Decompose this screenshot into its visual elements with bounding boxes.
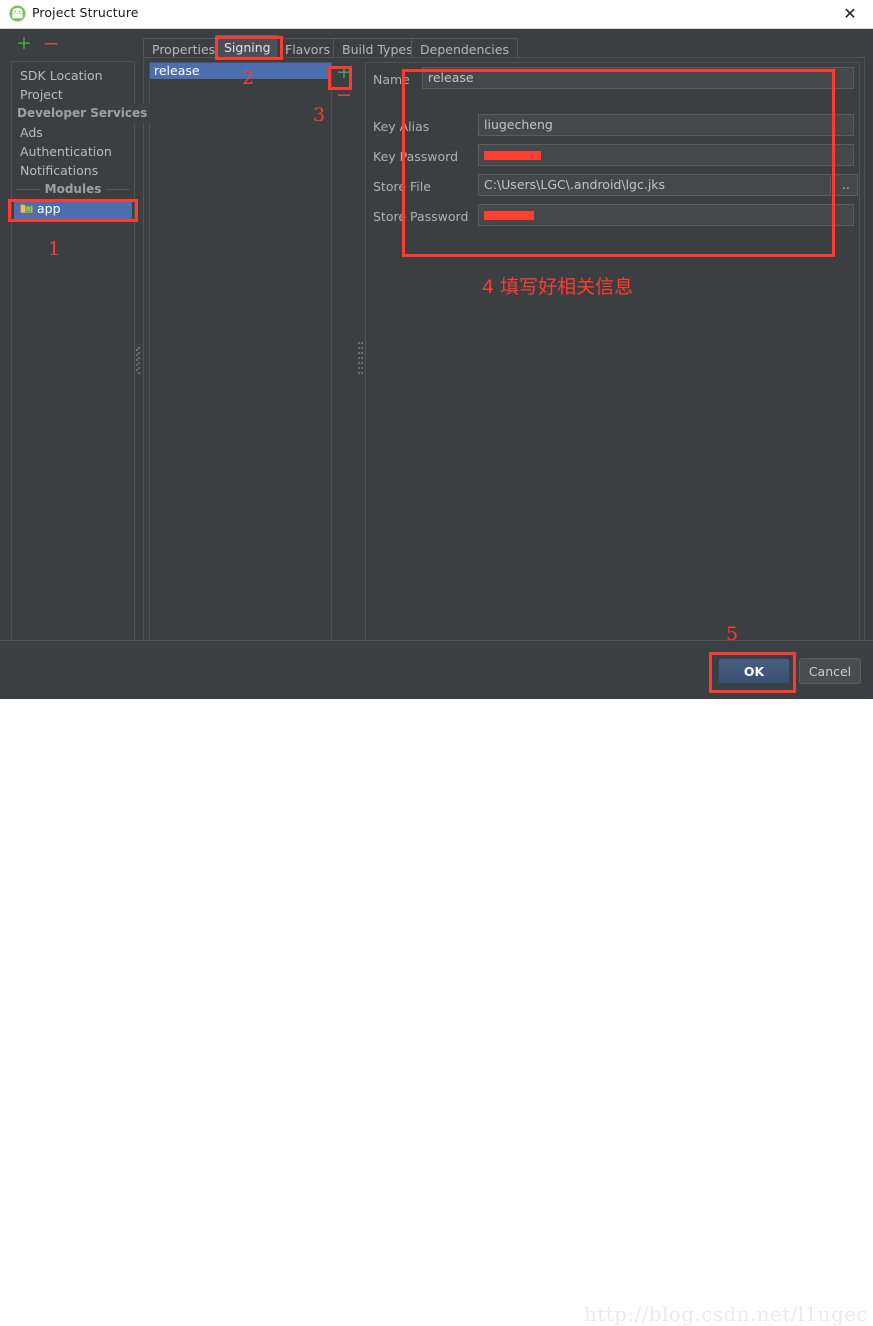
android-robot-icon <box>9 5 26 22</box>
dialog-footer: http://blog.csdn.net/l1ugec OK Cancel <box>0 640 873 1326</box>
sidebar: SDK Location Project Developer Services … <box>11 61 153 661</box>
sidebar-separator-modules: Modules <box>12 180 134 199</box>
sidebar-splitter-handle[interactable] <box>136 347 142 377</box>
module-toolbar: + − <box>0 29 140 59</box>
sidebar-item-label: app <box>37 201 61 216</box>
add-signing-config-button[interactable]: + <box>334 63 354 83</box>
sidebar-item-sdk-location[interactable]: SDK Location <box>12 66 134 85</box>
splitter-dots <box>358 342 363 378</box>
store-password-input[interactable] <box>478 204 854 226</box>
label-store-file: Store File <box>373 179 431 194</box>
label-name: Name <box>373 72 410 87</box>
tab-strip: Properties Signing Flavors Build Types D… <box>143 35 865 59</box>
browse-store-file-button[interactable]: .. <box>834 174 858 196</box>
signing-config-tools: + − <box>334 62 356 114</box>
sidebar-item-app[interactable]: app <box>14 199 132 219</box>
signing-tab-content: release + − Name release Key Alias liuge… <box>143 57 865 661</box>
sidebar-item-notifications[interactable]: Notifications <box>12 161 134 180</box>
remove-signing-config-button[interactable]: − <box>334 86 354 106</box>
tab-signing[interactable]: Signing <box>215 35 280 59</box>
tab-dependencies[interactable]: Dependencies <box>411 38 518 59</box>
add-module-button[interactable]: + <box>14 34 34 54</box>
project-structure-dialog: Project Structure ✕ + − SDK Location Pro… <box>0 0 873 1326</box>
content-splitter-handle[interactable] <box>356 62 363 654</box>
watermark-text: http://blog.csdn.net/l1ugec <box>584 1302 869 1326</box>
separator-label: Modules <box>39 180 107 199</box>
label-key-alias: Key Alias <box>373 119 430 134</box>
key-alias-input[interactable]: liugecheng <box>478 114 854 136</box>
label-store-password: Store Password <box>373 209 469 224</box>
remove-module-button[interactable]: − <box>41 33 61 54</box>
window-title: Project Structure <box>32 5 139 20</box>
sidebar-item-authentication[interactable]: Authentication <box>12 142 134 161</box>
close-icon[interactable]: ✕ <box>839 4 861 24</box>
sidebar-separator-developer-services: Developer Services <box>12 104 153 123</box>
signing-config-list[interactable]: release <box>149 62 332 654</box>
cancel-button[interactable]: Cancel <box>799 658 861 684</box>
name-input[interactable]: release <box>422 67 854 89</box>
store-file-input[interactable]: C:\Users\LGC\.android\lgc.jks <box>478 174 831 196</box>
sidebar-item-project[interactable]: Project <box>12 85 134 104</box>
key-password-input[interactable] <box>478 144 854 166</box>
signing-config-form: Name release Key Alias liugecheng Key Pa… <box>365 62 860 654</box>
title-bar: Project Structure ✕ <box>0 0 873 29</box>
module-folder-icon <box>20 200 33 214</box>
separator-label: Developer Services <box>12 104 153 123</box>
ok-button[interactable]: OK <box>718 658 790 684</box>
sidebar-item-ads[interactable]: Ads <box>12 123 134 142</box>
redaction-bar <box>484 211 534 220</box>
tab-properties[interactable]: Properties <box>143 38 225 59</box>
redaction-bar <box>484 151 541 160</box>
tab-flavors[interactable]: Flavors <box>276 38 340 59</box>
tab-build-types[interactable]: Build Types <box>333 38 422 59</box>
dialog-body: + − SDK Location Project Developer Servi… <box>0 29 873 1326</box>
list-item[interactable]: release <box>150 63 331 79</box>
label-key-password: Key Password <box>373 149 459 164</box>
